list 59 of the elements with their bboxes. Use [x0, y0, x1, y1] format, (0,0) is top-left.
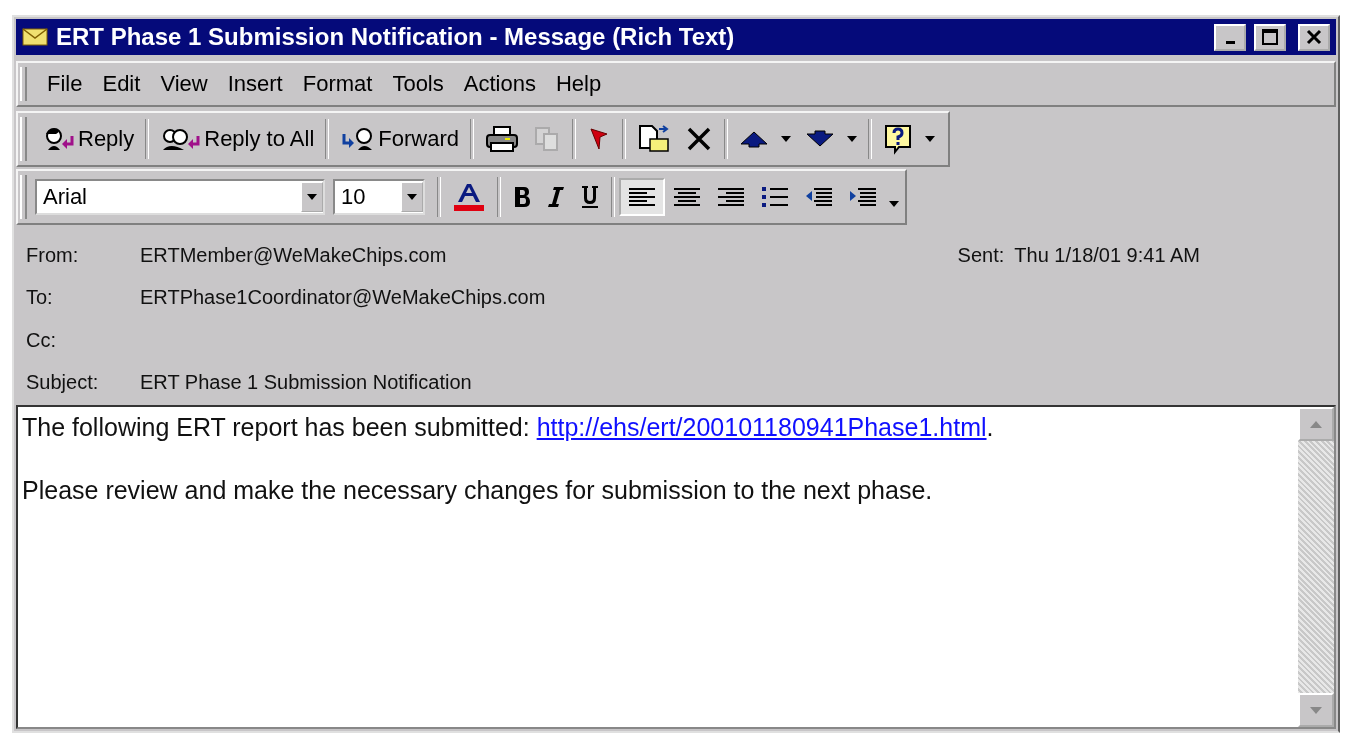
scroll-down-button[interactable]	[1298, 693, 1334, 727]
bullet-list-icon	[760, 184, 790, 210]
toolbar-grip[interactable]	[20, 117, 27, 161]
menu-item[interactable]: View	[152, 69, 216, 99]
menu-item[interactable]: Actions	[455, 69, 544, 99]
toolbar-button[interactable]: Reply	[35, 121, 142, 157]
format-button[interactable]	[619, 178, 665, 216]
dropdown-caret-icon	[781, 136, 791, 142]
close-button[interactable]	[1298, 23, 1330, 51]
field-value: ERT Phase 1 Submission Notification	[140, 371, 472, 394]
font-size-dropdown[interactable]: 10	[333, 179, 425, 215]
toolbar-grip[interactable]	[20, 67, 27, 101]
font-color-icon	[452, 182, 486, 212]
field-label: Cc:	[26, 327, 57, 353]
down-arrow-icon	[1310, 706, 1322, 714]
field-label: To:	[26, 285, 54, 310]
menu-item[interactable]: Help	[547, 69, 610, 99]
field-value: ERTPhase1Coordinator@WeMakeChips.com	[140, 286, 546, 309]
caret-icon	[407, 194, 417, 200]
people-arrow-icon	[160, 126, 203, 152]
menu-item[interactable]: File	[39, 69, 91, 99]
font-dropdown[interactable]: Arial	[35, 179, 325, 215]
scrollbar[interactable]	[1298, 407, 1334, 727]
page-folder-icon	[637, 124, 671, 154]
toolbar-button[interactable]: Forward	[333, 121, 466, 157]
close-icon	[1306, 29, 1322, 45]
menu-item[interactable]: Format	[294, 69, 381, 99]
caret-icon	[307, 194, 317, 200]
dropdown-caret-icon	[847, 136, 857, 142]
toolbar-button[interactable]: Reply to All	[153, 121, 322, 157]
underline-icon	[580, 184, 600, 210]
field-label: From:	[26, 242, 80, 268]
menu-item[interactable]: Insert	[219, 69, 291, 99]
print-icon	[485, 125, 519, 153]
minimize-icon	[1225, 40, 1235, 44]
maximize-icon	[1262, 29, 1278, 45]
more-caret-icon	[889, 201, 899, 207]
message-text: The following ERT report has been submitted: http://ehs/ert/200101180941Phase1.html.	[22, 413, 995, 442]
minimize-button[interactable]	[1214, 23, 1246, 51]
delete-icon	[685, 125, 713, 153]
message-text: Please review and make the necessary changes for submission to the next phase.	[22, 476, 934, 505]
up-arrow-icon	[1310, 420, 1322, 428]
scroll-up-button[interactable]	[1298, 407, 1334, 441]
bold-icon	[512, 185, 532, 209]
menu-item[interactable]: Edit	[94, 69, 149, 99]
envelope-icon	[22, 27, 48, 47]
field-value: Thu 1/18/01 9:41 AM	[1014, 243, 1200, 267]
italic-icon	[546, 185, 566, 209]
field-value: ERTMember@WeMakeChips.com	[140, 243, 447, 267]
field-label: Subject:	[26, 370, 100, 395]
window-title: ERT Phase 1 Submission Notification - Message (Rich Text)	[56, 23, 736, 51]
copy-icon	[533, 125, 561, 153]
field-label: Sent:	[957, 243, 1005, 267]
help-icon	[883, 123, 913, 155]
dropdown-caret-icon	[925, 136, 935, 142]
menu-item[interactable]: Tools	[384, 69, 452, 99]
toolbar-grip[interactable]	[20, 175, 27, 219]
maximize-button[interactable]	[1254, 23, 1286, 51]
report-link[interactable]: http://ehs/ert/200101180941Phase1.html	[536, 413, 987, 441]
